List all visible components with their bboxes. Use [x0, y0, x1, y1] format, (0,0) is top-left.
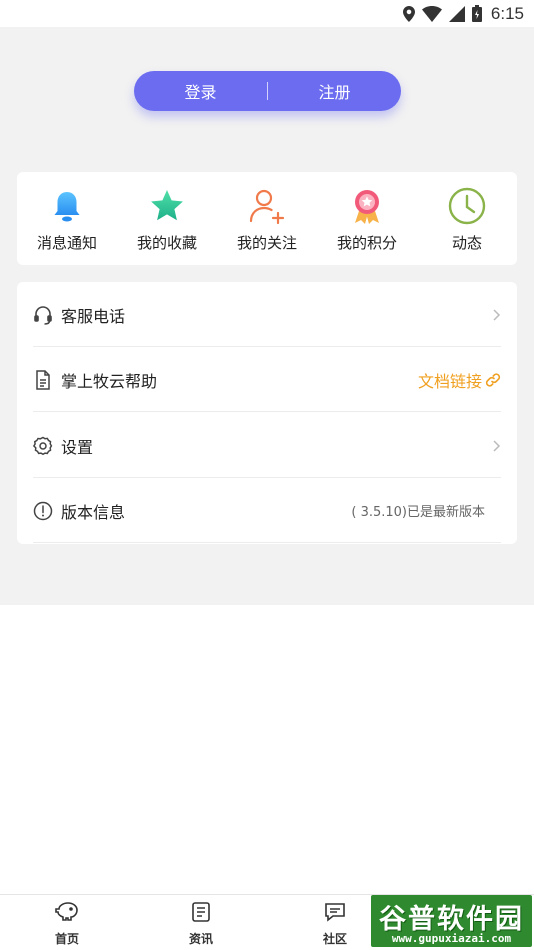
menu-item-help[interactable]: 掌上牧云帮助 文档链接 [33, 347, 501, 412]
info-icon [33, 501, 53, 521]
gear-icon [33, 436, 53, 456]
tab-label: 社区 [322, 932, 347, 946]
headset-icon [33, 305, 53, 325]
quick-item-favorites[interactable]: 我的收藏 [117, 172, 217, 265]
quick-item-label: 我的关注 [236, 234, 297, 252]
register-button[interactable]: 注册 [268, 79, 401, 103]
news-icon [190, 901, 212, 927]
menu-item-service-phone[interactable]: 客服电话 [33, 282, 501, 347]
tab-home[interactable]: 首页 [0, 895, 134, 950]
quick-item-following[interactable]: 我的关注 [217, 172, 317, 265]
quick-item-activity[interactable]: 动态 [417, 172, 517, 265]
tab-label: 首页 [54, 932, 79, 946]
wifi-icon [421, 5, 442, 22]
chat-icon [323, 901, 347, 927]
menu-item-label: 设置 [61, 437, 94, 457]
login-button[interactable]: 登录 [134, 79, 267, 103]
quick-item-label: 我的积分 [336, 234, 397, 252]
quick-item-points[interactable]: 我的积分 [317, 172, 417, 265]
version-value: ( 3.5.10)已是最新版本 [351, 505, 485, 520]
menu-item-settings[interactable]: 设置 [33, 413, 501, 478]
document-icon [33, 369, 53, 390]
medal-icon [348, 187, 386, 225]
link-icon [485, 372, 501, 388]
menu-item-label: 掌上牧云帮助 [61, 371, 158, 391]
battery-icon [471, 5, 482, 22]
quick-actions-card: 消息通知 我的收藏 我的关注 我的积分 动态 [17, 172, 517, 265]
location-icon [402, 5, 415, 22]
menu-item-label: 客服电话 [61, 306, 126, 326]
tab-news[interactable]: 资讯 [134, 895, 268, 950]
clock-icon [448, 187, 486, 225]
tab-label: 资讯 [188, 932, 213, 946]
menu-card: 客服电话 掌上牧云帮助 文档链接 设置 版本信息 (3.5.10)已是最新版本 [17, 282, 517, 544]
doc-link[interactable]: 文档链接 [418, 368, 501, 392]
quick-item-label: 我的收藏 [136, 234, 197, 252]
chevron-right-icon [491, 308, 501, 322]
watermark-brand: 谷普软件园 [379, 904, 524, 935]
auth-pill: 登录 注册 [134, 71, 401, 111]
home-pig-icon [55, 901, 79, 927]
quick-item-notifications[interactable]: 消息通知 [17, 172, 117, 265]
menu-item-version[interactable]: 版本信息 ( 3.5.10)已是最新版本 [33, 478, 501, 543]
menu-item-label: 版本信息 [61, 502, 126, 522]
bell-icon [48, 187, 86, 225]
quick-item-label: 动态 [451, 234, 482, 252]
quick-item-label: 消息通知 [36, 234, 97, 252]
signal-icon [448, 5, 465, 22]
status-time: 6:15 [490, 3, 524, 23]
doc-link-text: 文档链接 [417, 371, 482, 391]
chevron-right-icon [491, 439, 501, 453]
star-icon [148, 187, 186, 225]
status-bar: 6:15 [0, 0, 534, 27]
watermark-logo: 谷普软件园 www.gupuxiazai.com [371, 895, 532, 947]
user-add-icon [248, 187, 286, 225]
watermark-url: www.gupuxiazai.com [391, 932, 512, 945]
